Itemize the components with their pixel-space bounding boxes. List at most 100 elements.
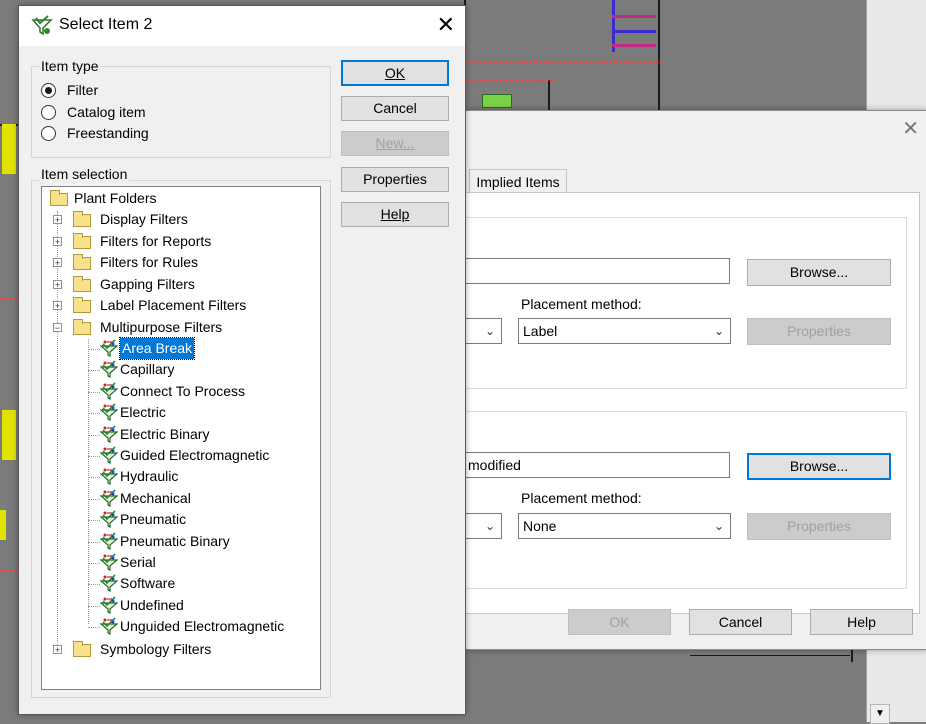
properties-button-2[interactable]: Properties [747,513,891,540]
radio-button[interactable] [41,126,56,141]
dialog-title: Select Item 2 [59,16,153,33]
item-selection-legend: Item selection [39,166,130,182]
radio-label: Catalog item [67,104,146,120]
filter-icon [100,382,118,400]
expand-plus-icon[interactable]: + [53,301,62,311]
properties-dialog: ✕ Implied Items Browse... Placement meth… [462,110,926,650]
browse-button-1[interactable]: Browse... [747,259,891,286]
filter-app-icon [31,15,53,36]
drawing-line [690,655,850,656]
help-button-back[interactable]: Help [810,609,913,635]
left-combo-2[interactable]: ⌄ [464,513,502,539]
tree-line [88,339,89,624]
tree-line [88,563,100,564]
tree-label: Software [120,575,176,592]
left-combo-1[interactable]: ⌄ [464,318,502,344]
filter-icon [100,425,118,443]
tree-label: Symbology Filters [100,641,212,657]
folder-icon [73,276,91,292]
browse-button-2[interactable]: Browse... [747,453,891,480]
expand-plus-icon[interactable]: + [53,280,62,290]
tab-implied-items[interactable]: Implied Items [469,169,567,194]
tree-label: Gapping Filters [100,276,195,292]
expand-plus-icon[interactable]: + [53,215,62,225]
tree-label: Label Placement Filters [100,297,247,313]
tab-panel: Browse... Placement method: ⌄ Label ⌄ Pr… [463,192,920,614]
tree-line [88,605,100,607]
tree-label: Hydraulic [120,468,179,485]
drawing-dash [464,62,662,63]
tree-line [88,520,100,522]
ok-button-back[interactable]: OK [568,609,671,635]
drawing-line [612,30,656,33]
filter-icon [100,617,118,636]
tree-label: Undefined [120,596,184,613]
drawing-line [612,15,656,18]
folder-icon [73,254,91,270]
filter-icon [100,574,118,593]
tree-line [88,349,100,350]
title-bar[interactable]: Select Item 2 ✕ [19,6,465,46]
placement-method-select-1[interactable]: Label ⌄ [518,318,731,344]
properties-button[interactable]: Properties [341,167,449,192]
close-icon[interactable]: ✕ [902,119,919,139]
radio-button[interactable] [41,105,56,120]
drawing-symbol [0,510,6,540]
filter-icon [100,553,118,571]
ok-button[interactable]: OK [341,60,449,86]
scroll-down-arrow-icon[interactable]: ▼ [870,704,890,724]
expand-plus-icon[interactable]: + [53,258,62,268]
folder-icon [73,233,91,249]
folder-icon [73,319,91,335]
tree-line [88,456,100,457]
folder-icon [73,297,91,313]
drawing-line [612,44,656,47]
cancel-label: Cancel [373,100,417,116]
placement-method-select-2[interactable]: None ⌄ [518,513,731,539]
item-tree[interactable]: Plant Folders + Display Filters + Filter… [41,186,321,690]
drawing-dash [0,570,18,571]
tree-label: Guided Electromagnetic [120,447,270,463]
cancel-button[interactable]: Cancel [341,96,449,121]
chevron-down-icon: ⌄ [713,324,724,338]
drawing-dash [0,298,18,299]
tree-label: Connect To Process [120,382,246,399]
new-label: New... [375,135,415,151]
tree-label: Filters for Reports [100,233,212,249]
radio-button[interactable] [41,83,56,98]
new-button[interactable]: New... [341,131,449,156]
tree-line [88,391,100,393]
help-label: Help [380,206,410,222]
select-item-dialog: Select Item 2 ✕ Item type Filter Catalog… [18,5,466,715]
properties-button-1[interactable]: Properties [747,318,891,345]
filter-icon [100,403,118,422]
expand-plus-icon[interactable]: + [53,645,62,655]
expand-plus-icon[interactable]: + [53,237,62,247]
close-icon[interactable]: ✕ [437,12,455,38]
item-type-legend: Item type [39,58,101,74]
chevron-down-icon: ⌄ [713,519,724,533]
file-path-field-2[interactable]: modified [464,452,730,478]
tree-label: Electric [120,404,166,421]
radio-label: Filter [67,82,99,98]
tree-label: Pneumatic [120,511,187,528]
collapse-minus-icon[interactable]: − [53,323,62,333]
help-button[interactable]: Help [341,202,449,227]
placement-method-label-1: Placement method: [521,296,642,312]
drawing-symbol [482,94,512,108]
filter-icon [100,360,118,379]
tree-line [88,584,100,586]
ok-label: OK [384,65,406,81]
filter-icon [100,532,118,550]
tree-line [88,627,100,629]
drawing-line [548,80,550,110]
cancel-button-back[interactable]: Cancel [689,609,792,635]
tree-line [88,477,100,479]
properties-label: Properties [363,171,427,187]
tree-line [88,541,100,543]
tree-label: Electric Binary [120,425,210,442]
tree-label: Pneumatic Binary [120,532,230,549]
file-path-field-1[interactable] [464,258,730,284]
placement-method-value-2: None [523,518,557,534]
tree-label: Serial [120,554,156,570]
